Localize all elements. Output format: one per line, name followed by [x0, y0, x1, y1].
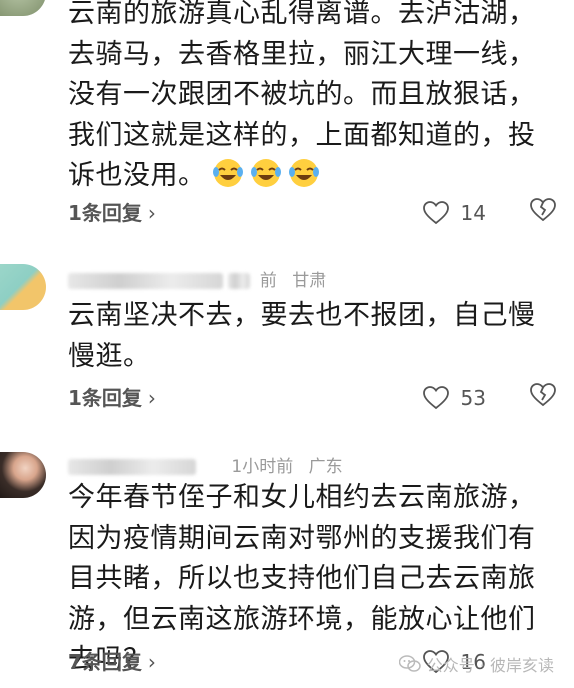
comment-region: 广东	[308, 457, 343, 477]
chevron-right-icon: ›	[147, 650, 156, 674]
heart-icon	[422, 201, 449, 225]
avatar[interactable]	[0, 0, 46, 16]
reply-label: 1条回复	[68, 201, 142, 225]
comment-time: 1小时前	[231, 457, 294, 477]
comment-footer: 1条回复 › 14	[68, 195, 556, 231]
username-blurred[interactable]	[68, 459, 196, 475]
reply-count-button[interactable]: 7条回复 ›	[68, 644, 156, 680]
chevron-right-icon: ›	[147, 386, 156, 410]
emoji-group	[206, 159, 320, 191]
comment-text: 云南的旅游真心乱得离谱。去泸沽湖，去骑马，去香格里拉，丽江大理一线，没有一次跟团…	[68, 0, 558, 197]
reply-label: 7条回复	[68, 650, 142, 674]
chevron-right-icon: ›	[147, 201, 156, 225]
username-blurred-tail	[228, 273, 251, 289]
broken-heart-icon	[530, 383, 556, 407]
watermark-text: 公众号 · 彼岸亥读	[426, 656, 554, 675]
wechat-icon	[398, 655, 421, 672]
watermark: 公众号 · 彼岸亥读	[398, 652, 554, 676]
laughing-crying-emoji-icon	[250, 159, 281, 187]
comment-footer: 1条回复 › 53	[68, 380, 556, 416]
like-button[interactable]: 14	[422, 195, 486, 231]
dislike-button[interactable]	[530, 198, 556, 222]
reply-count-button[interactable]: 1条回复 ›	[68, 195, 156, 231]
comment-meta: 1小时前 广东	[68, 452, 343, 477]
username-blurred[interactable]	[68, 273, 223, 289]
like-button[interactable]: 53	[422, 380, 486, 416]
laughing-crying-emoji-icon	[288, 159, 319, 187]
comment-time: 前	[259, 271, 277, 291]
like-count: 53	[460, 386, 486, 410]
comment-meta: 前 甘肃	[68, 266, 326, 291]
comment-2: 前 甘肃 云南坚决不去，要去也不报团，自己慢慢逛。 1条回复 › 53	[0, 260, 574, 440]
like-count: 14	[460, 201, 486, 225]
comment-region: 甘肃	[292, 271, 327, 291]
reply-label: 1条回复	[68, 386, 142, 410]
broken-heart-icon	[530, 198, 556, 222]
comment-text: 云南坚决不去，要去也不报团，自己慢慢逛。	[68, 296, 558, 377]
laughing-crying-emoji-icon	[212, 159, 243, 187]
comment-1: 云南的旅游真心乱得离谱。去泸沽湖，去骑马，去香格里拉，丽江大理一线，没有一次跟团…	[0, 0, 574, 232]
comment-text-body: 云南坚决不去，要去也不报团，自己慢慢逛。	[68, 300, 536, 372]
heart-icon	[422, 386, 449, 410]
avatar[interactable]	[0, 452, 46, 498]
avatar[interactable]	[0, 264, 46, 310]
reply-count-button[interactable]: 1条回复 ›	[68, 380, 156, 416]
dislike-button[interactable]	[530, 383, 556, 407]
